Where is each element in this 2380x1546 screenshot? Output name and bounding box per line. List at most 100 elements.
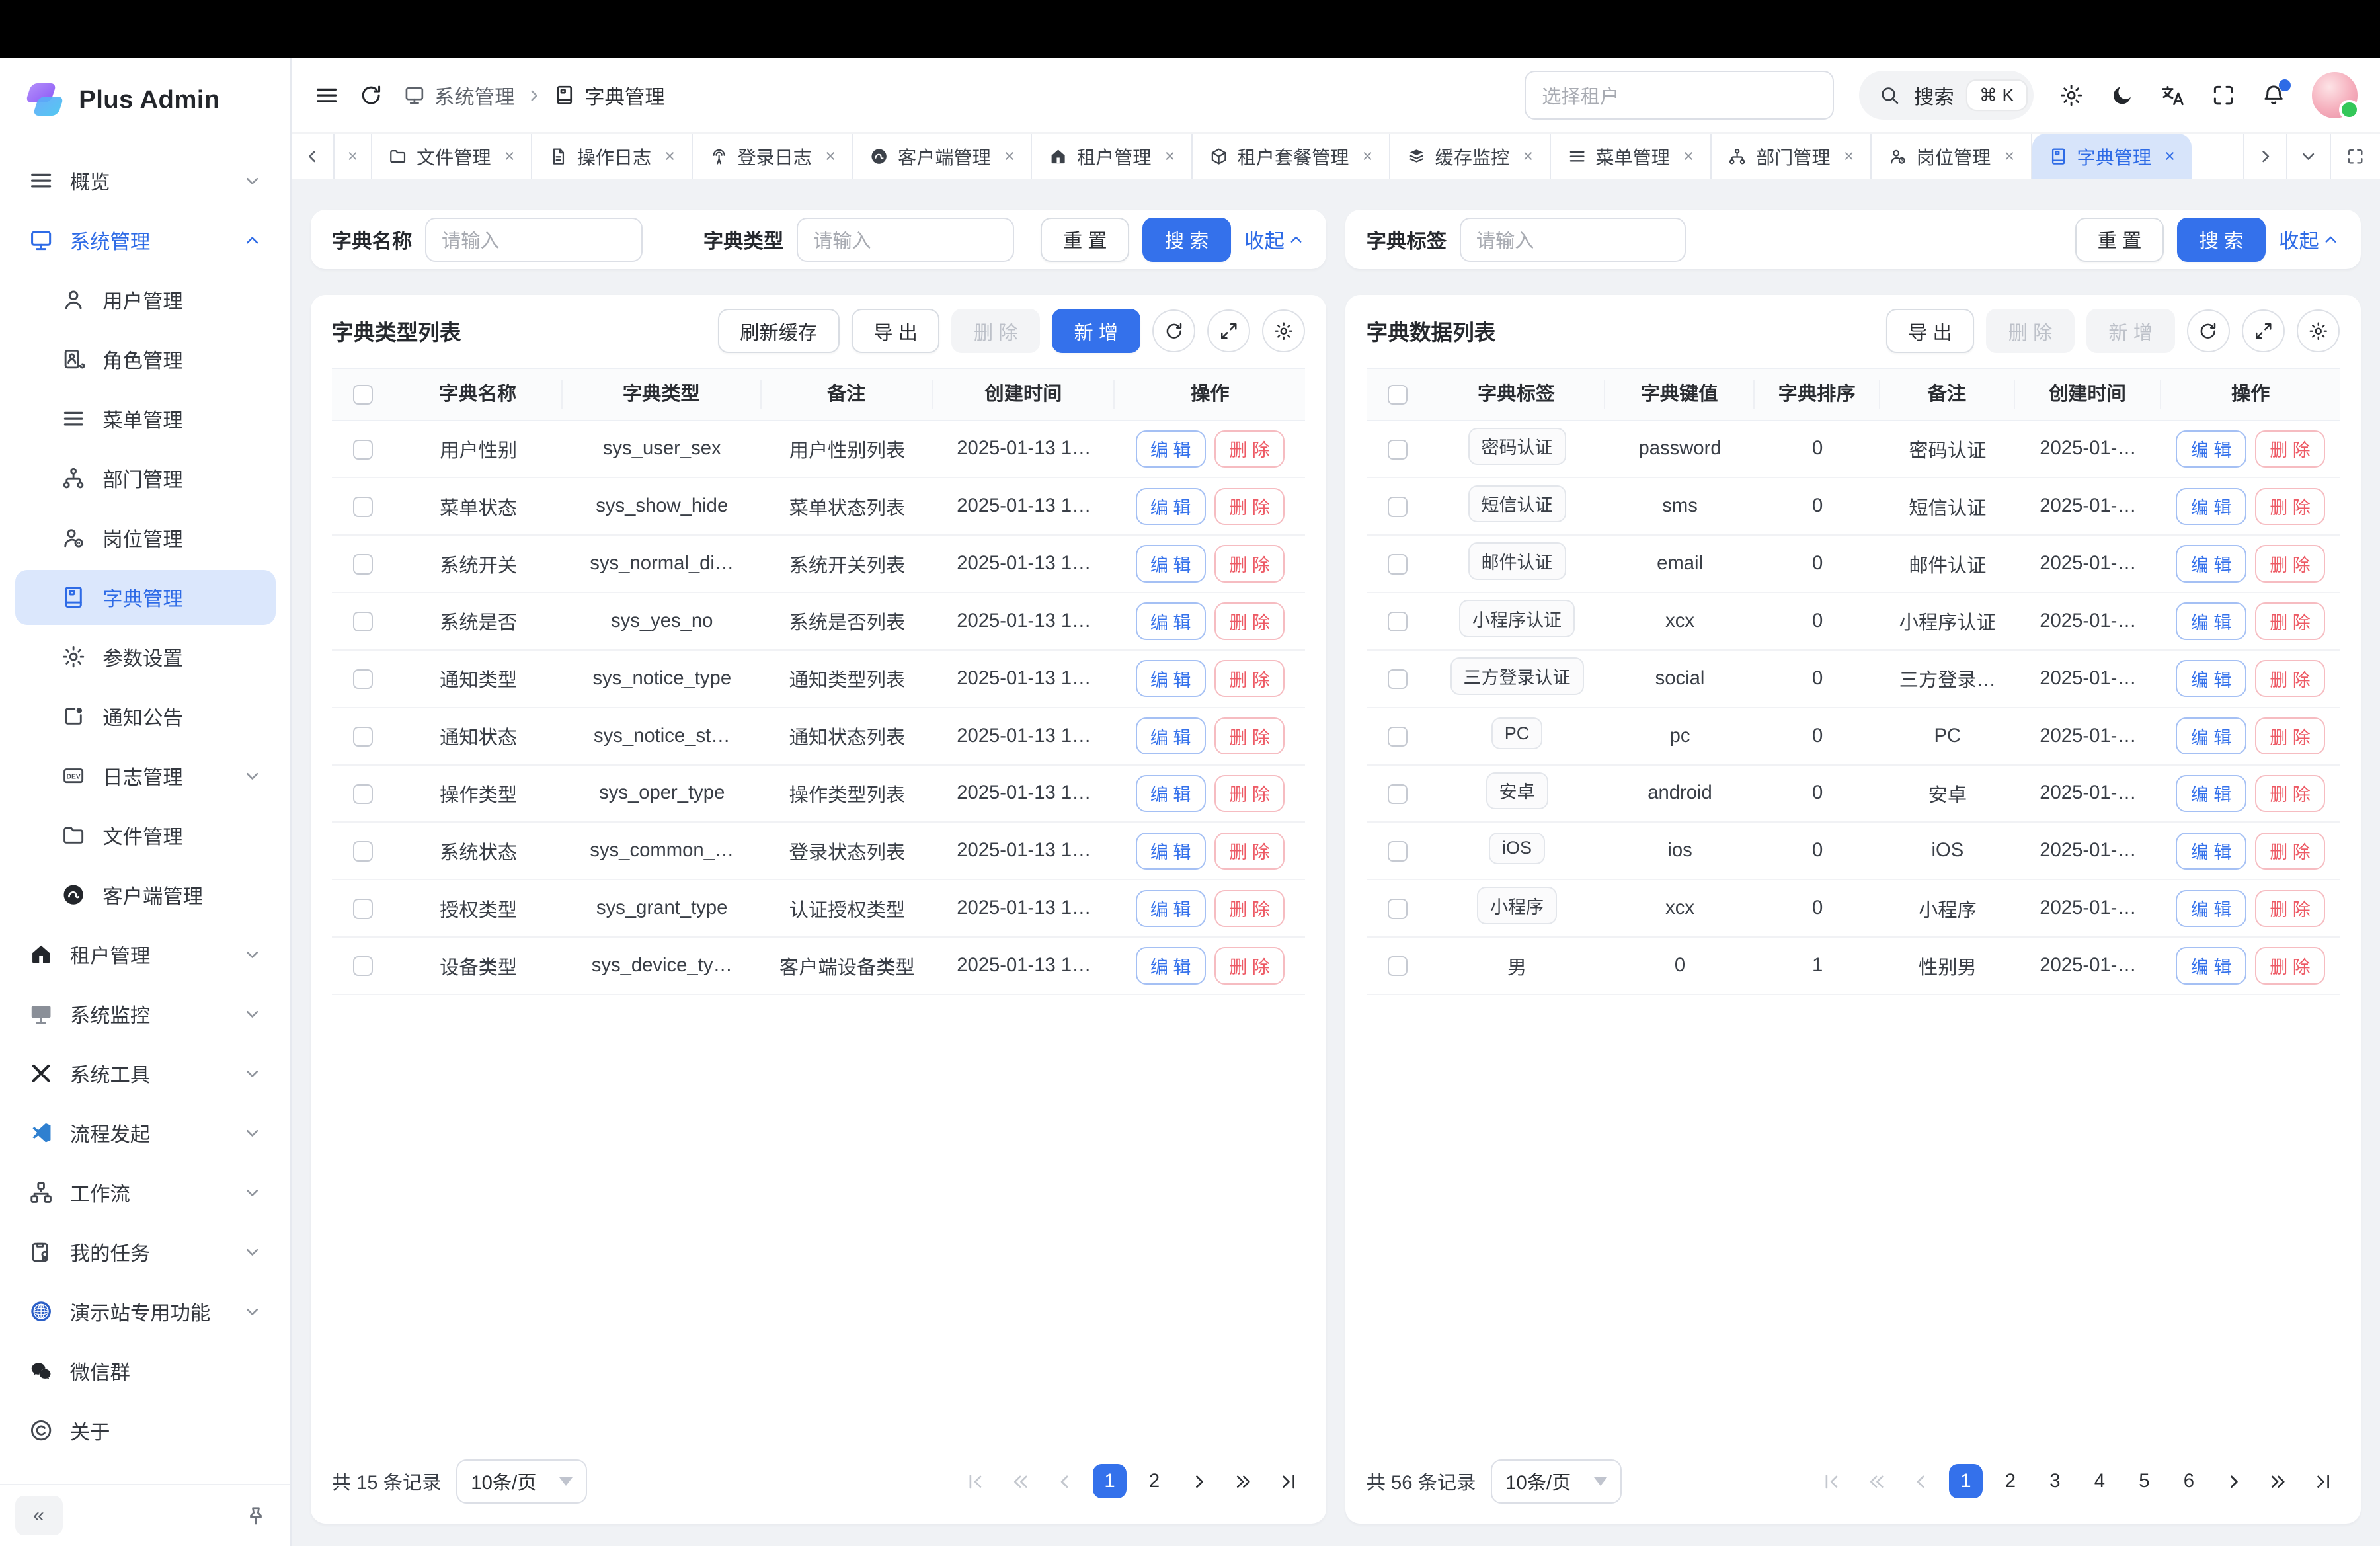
table-row[interactable]: 男01性别男2025-01-…编 辑删 除 bbox=[1367, 938, 2340, 995]
sidebar-item-log[interactable]: 日志管理 bbox=[15, 749, 276, 803]
add-button[interactable]: 新 增 bbox=[1052, 309, 1140, 354]
tab-client[interactable]: 客户端管理× bbox=[853, 134, 1033, 179]
table-row[interactable]: 系统状态sys_common_…登录状态列表2025-01-13 1…编 辑删 … bbox=[332, 823, 1306, 880]
edit-button[interactable]: 编 辑 bbox=[2176, 890, 2246, 927]
first-page-button[interactable] bbox=[1815, 1464, 1849, 1498]
refresh-page-button[interactable] bbox=[358, 83, 383, 108]
hamburger-button[interactable] bbox=[314, 83, 339, 108]
row-checkbox[interactable] bbox=[353, 612, 373, 631]
edit-button[interactable]: 编 辑 bbox=[1136, 833, 1206, 870]
edit-button[interactable]: 编 辑 bbox=[2176, 602, 2246, 639]
delete-button[interactable]: 删 除 bbox=[1214, 545, 1285, 582]
sidebar-item-flow[interactable]: 流程发起 bbox=[15, 1106, 276, 1160]
table-row[interactable]: 菜单状态sys_show_hide菜单状态列表2025-01-13 1…编 辑删… bbox=[332, 478, 1306, 536]
sidebar-collapse-button[interactable]: « bbox=[15, 1496, 63, 1536]
settings-button[interactable] bbox=[2059, 83, 2084, 108]
table-row[interactable]: 通知状态sys_notice_st…通知状态列表2025-01-13 1…编 辑… bbox=[332, 708, 1306, 766]
table-row[interactable]: 密码认证password0密码认证2025-01-…编 辑删 除 bbox=[1367, 421, 2340, 479]
page-size-select[interactable]: 10条/页 bbox=[456, 1459, 587, 1504]
global-search-button[interactable]: 搜索 ⌘ K bbox=[1859, 71, 2034, 120]
table-row[interactable]: 系统开关sys_normal_di…系统开关列表2025-01-13 1…编 辑… bbox=[332, 536, 1306, 593]
add-button[interactable]: 新 增 bbox=[2086, 309, 2175, 354]
edit-button[interactable]: 编 辑 bbox=[1136, 602, 1206, 639]
delete-button[interactable]: 删 除 bbox=[2255, 430, 2325, 468]
table-row[interactable]: 小程序认证xcx0小程序认证2025-01-…编 辑删 除 bbox=[1367, 593, 2340, 651]
last-page-button[interactable] bbox=[2306, 1464, 2340, 1498]
edit-button[interactable]: 编 辑 bbox=[1136, 947, 1206, 984]
jump-back-button[interactable] bbox=[1860, 1464, 1894, 1498]
edit-button[interactable]: 编 辑 bbox=[2176, 833, 2246, 870]
collapse-filter-link[interactable]: 收起 bbox=[2279, 225, 2340, 254]
close-icon[interactable]: × bbox=[504, 146, 515, 167]
sidebar-item-menu[interactable]: 菜单管理 bbox=[15, 391, 276, 446]
sidebar-item-post[interactable]: 岗位管理 bbox=[15, 510, 276, 565]
breadcrumb-root[interactable]: 系统管理 bbox=[403, 81, 515, 110]
notifications-button[interactable] bbox=[2261, 83, 2286, 108]
row-checkbox[interactable] bbox=[1388, 956, 1408, 976]
close-icon[interactable]: × bbox=[825, 146, 836, 167]
edit-button[interactable]: 编 辑 bbox=[1136, 717, 1206, 754]
tab-oper-log[interactable]: 操作日志× bbox=[532, 134, 693, 179]
close-icon[interactable]: × bbox=[1004, 146, 1015, 167]
tab-dict[interactable]: 字典管理× bbox=[2032, 134, 2192, 179]
breadcrumb-current[interactable]: 字典管理 bbox=[553, 81, 665, 110]
jump-forward-button[interactable] bbox=[2261, 1464, 2295, 1498]
page-number[interactable]: 5 bbox=[2127, 1464, 2162, 1498]
table-row[interactable]: 小程序xcx0小程序2025-01-…编 辑删 除 bbox=[1367, 880, 2340, 938]
row-checkbox[interactable] bbox=[1388, 899, 1408, 918]
delete-button[interactable]: 删 除 bbox=[2255, 545, 2325, 582]
delete-button[interactable]: 删 除 bbox=[1214, 947, 1285, 984]
sidebar-item-tool[interactable]: 系统工具 bbox=[15, 1046, 276, 1101]
row-checkbox[interactable] bbox=[1388, 554, 1408, 574]
close-icon[interactable]: × bbox=[1165, 146, 1175, 167]
table-row[interactable]: 授权类型sys_grant_type认证授权类型2025-01-13 1…编 辑… bbox=[332, 880, 1306, 938]
delete-button[interactable]: 删 除 bbox=[1986, 309, 2075, 354]
fullscreen-button[interactable] bbox=[2211, 83, 2236, 108]
dict-label-input[interactable]: 请输入 bbox=[1460, 218, 1686, 263]
sidebar-item-system[interactable]: 系统管理 bbox=[15, 213, 276, 268]
dict-type-input[interactable]: 请输入 bbox=[797, 218, 1013, 263]
close-icon[interactable]: × bbox=[1844, 146, 1854, 167]
close-icon[interactable]: × bbox=[2004, 146, 2014, 167]
sidebar-item-wechat[interactable]: 微信群 bbox=[15, 1344, 276, 1399]
row-checkbox[interactable] bbox=[1388, 669, 1408, 689]
page-number[interactable]: 6 bbox=[2172, 1464, 2206, 1498]
user-avatar[interactable] bbox=[2312, 72, 2358, 118]
table-row[interactable]: 短信认证sms0短信认证2025-01-…编 辑删 除 bbox=[1367, 478, 2340, 536]
sidebar-item-tenant[interactable]: 租户管理 bbox=[15, 927, 276, 982]
tab-list-dropdown-button[interactable] bbox=[2286, 134, 2329, 179]
tenant-select[interactable]: 选择租户 bbox=[1525, 71, 1834, 120]
sidebar-item-config[interactable]: 参数设置 bbox=[15, 630, 276, 684]
edit-button[interactable]: 编 辑 bbox=[1136, 890, 1206, 927]
sidebar-item-user[interactable]: 用户管理 bbox=[15, 272, 276, 327]
edit-button[interactable]: 编 辑 bbox=[1136, 430, 1206, 468]
collapse-filter-link[interactable]: 收起 bbox=[1244, 225, 1305, 254]
edit-button[interactable]: 编 辑 bbox=[1136, 775, 1206, 812]
table-row[interactable]: 安卓android0安卓2025-01-…编 辑删 除 bbox=[1367, 766, 2340, 823]
table-row[interactable]: PCpc0PC2025-01-…编 辑删 除 bbox=[1367, 708, 2340, 766]
sidebar-item-monitor[interactable]: 系统监控 bbox=[15, 987, 276, 1041]
tab-dept[interactable]: 部门管理× bbox=[1712, 134, 1872, 179]
sidebar-item-mytask[interactable]: 我的任务 bbox=[15, 1225, 276, 1280]
sidebar-item-demo[interactable]: 演示站专用功能 bbox=[15, 1284, 276, 1339]
delete-button[interactable]: 删 除 bbox=[2255, 660, 2325, 697]
row-checkbox[interactable] bbox=[353, 956, 373, 976]
page-number[interactable]: 4 bbox=[2082, 1464, 2117, 1498]
edit-button[interactable]: 编 辑 bbox=[1136, 660, 1206, 697]
table-row[interactable]: 三方登录认证social0三方登录…2025-01-…编 辑删 除 bbox=[1367, 651, 2340, 708]
refresh-cache-button[interactable]: 刷新缓存 bbox=[718, 309, 840, 354]
sidebar-item-dept[interactable]: 部门管理 bbox=[15, 451, 276, 506]
select-all-checkbox[interactable] bbox=[1388, 385, 1408, 405]
table-row[interactable]: 邮件认证email0邮件认证2025-01-…编 辑删 除 bbox=[1367, 536, 2340, 593]
row-checkbox[interactable] bbox=[1388, 497, 1408, 516]
tab-post[interactable]: 岗位管理× bbox=[1872, 134, 2032, 179]
delete-button[interactable]: 删 除 bbox=[2255, 717, 2325, 754]
page-size-select[interactable]: 10条/页 bbox=[1491, 1459, 1622, 1504]
edit-button[interactable]: 编 辑 bbox=[2176, 430, 2246, 468]
tab-file[interactable]: 文件管理× bbox=[372, 134, 533, 179]
page-number[interactable]: 2 bbox=[1137, 1464, 1171, 1498]
tab-menu[interactable]: 菜单管理× bbox=[1551, 134, 1712, 179]
edit-button[interactable]: 编 辑 bbox=[1136, 488, 1206, 525]
table-refresh-button[interactable] bbox=[2187, 309, 2230, 352]
delete-button[interactable]: 删 除 bbox=[1214, 717, 1285, 754]
